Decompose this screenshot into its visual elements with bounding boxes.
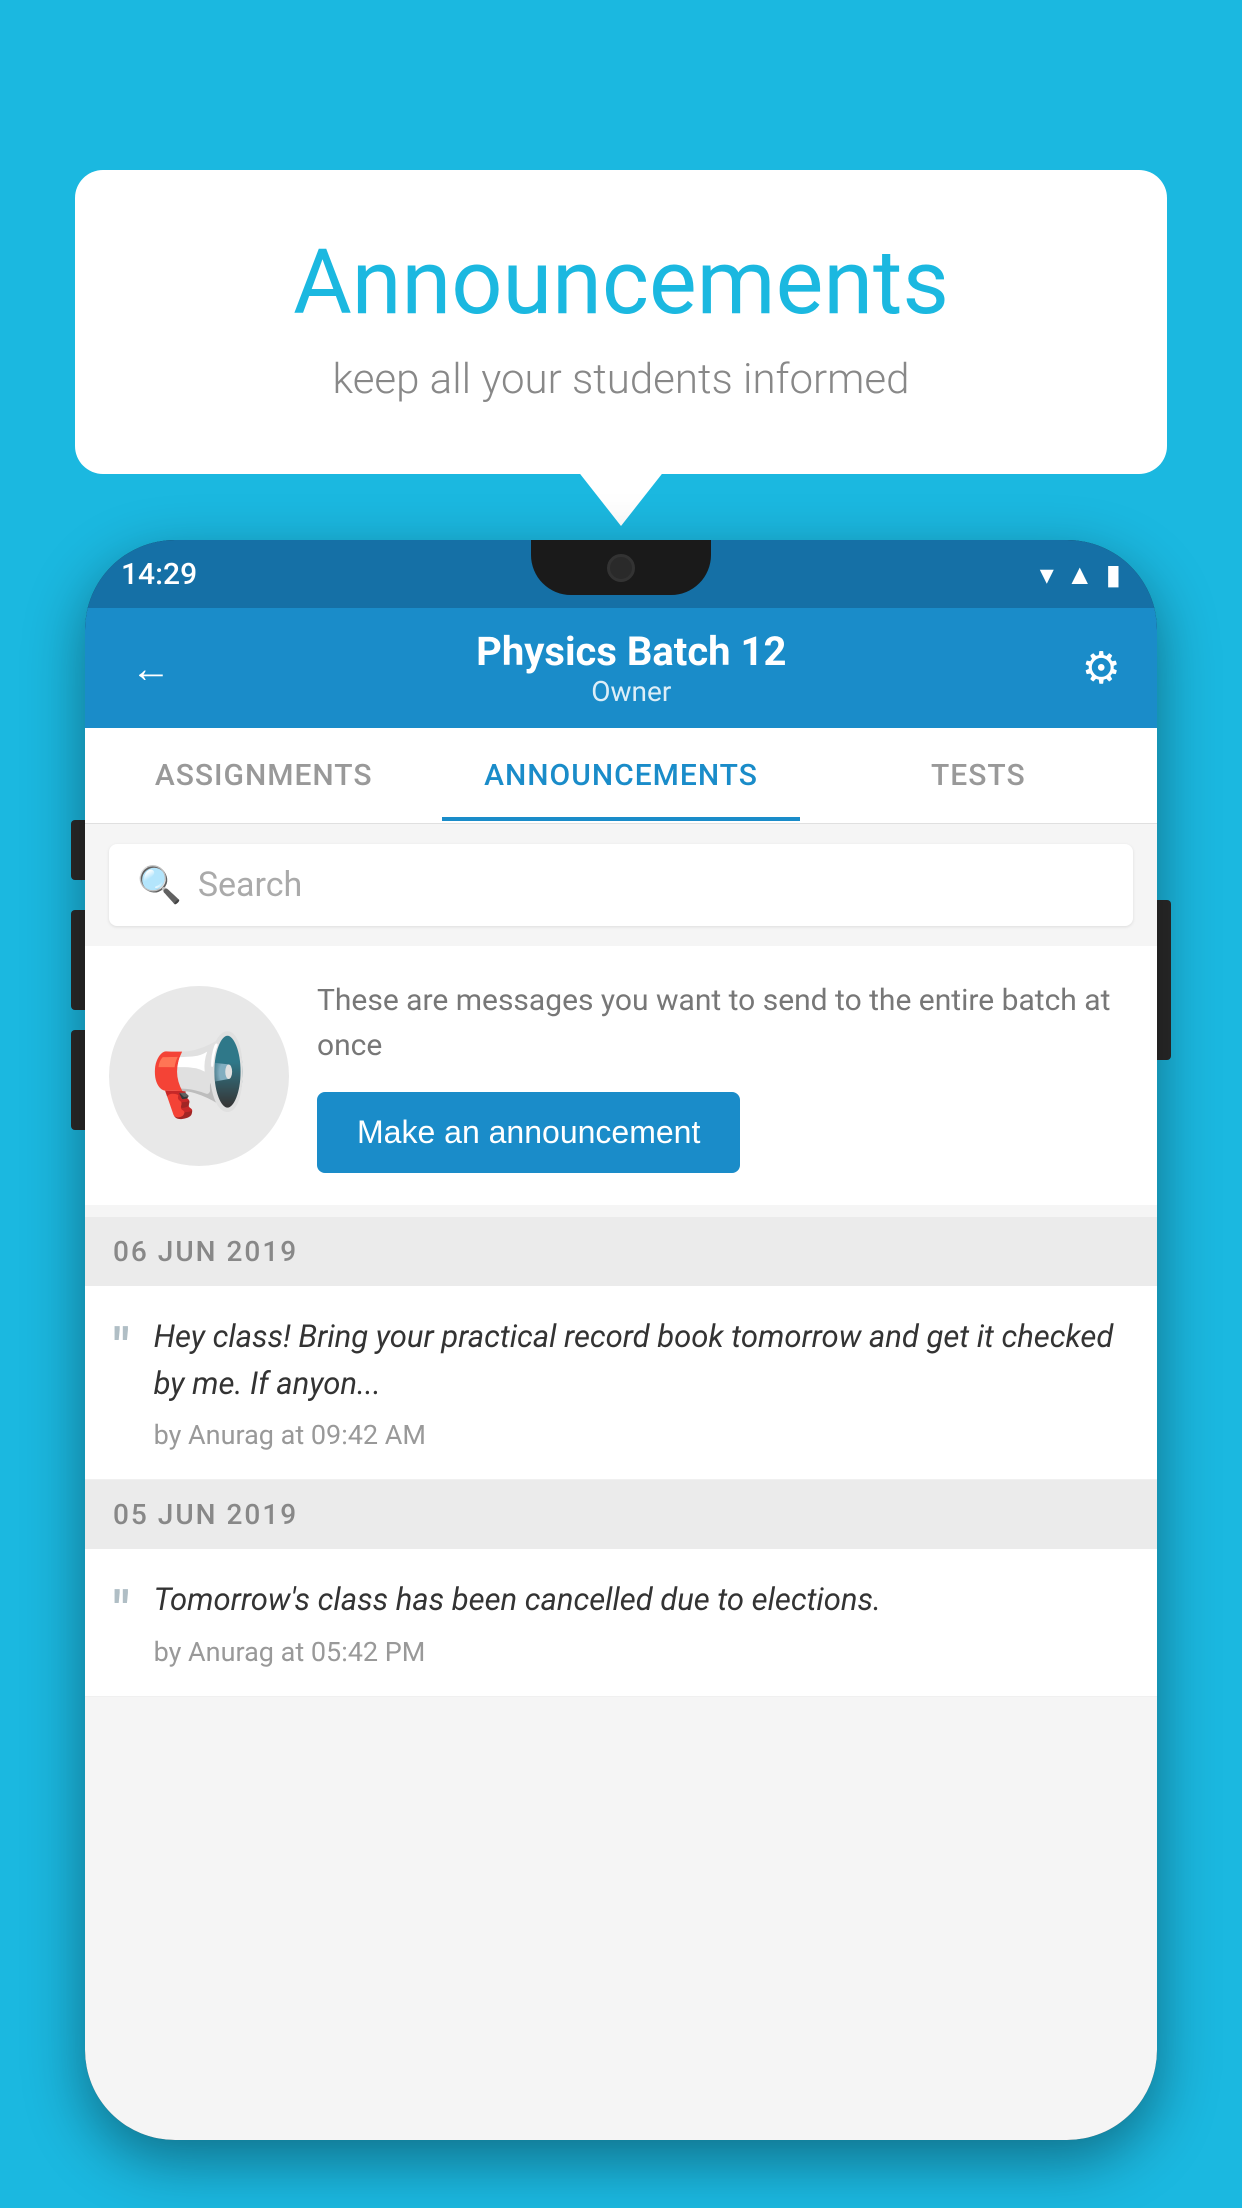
date-separator-1: 06 JUN 2019 <box>85 1217 1157 1286</box>
announcement-item-1: " Hey class! Bring your practical record… <box>85 1286 1157 1480</box>
announcement-meta-1: by Anurag at 09:42 AM <box>154 1419 1129 1451</box>
cta-description: These are messages you want to send to t… <box>317 978 1133 1068</box>
page-main-subtitle: keep all your students informed <box>155 355 1087 404</box>
phone-mockup: 14:29 ▾ ▲ ▮ ← Physics Batch 12 Owner ⚙ A… <box>85 540 1157 2208</box>
announcement-item-2: " Tomorrow's class has been cancelled du… <box>85 1549 1157 1697</box>
announcement-text-2: Tomorrow's class has been cancelled due … <box>154 1577 1129 1624</box>
phone-camera <box>607 554 635 582</box>
settings-button[interactable]: ⚙ <box>1082 642 1121 694</box>
date-separator-2: 05 JUN 2019 <box>85 1480 1157 1549</box>
tab-announcements[interactable]: ANNOUNCEMENTS <box>442 730 799 821</box>
app-header: ← Physics Batch 12 Owner ⚙ <box>85 608 1157 728</box>
signal-icon: ▲ <box>1066 558 1094 591</box>
cta-content: These are messages you want to send to t… <box>317 978 1133 1173</box>
announcement-content-1: Hey class! Bring your practical record b… <box>154 1314 1129 1451</box>
status-time: 14:29 <box>121 557 197 592</box>
phone-frame: 14:29 ▾ ▲ ▮ ← Physics Batch 12 Owner ⚙ A… <box>85 540 1157 2140</box>
megaphone-circle: 📢 <box>109 986 289 1166</box>
quote-icon-2: " <box>113 1585 130 1668</box>
batch-role: Owner <box>476 675 786 708</box>
quote-icon-1: " <box>113 1322 130 1451</box>
tabs-bar: ASSIGNMENTS ANNOUNCEMENTS TESTS <box>85 728 1157 824</box>
tab-assignments[interactable]: ASSIGNMENTS <box>85 730 442 821</box>
speech-bubble-section: Announcements keep all your students inf… <box>75 170 1167 474</box>
phone-notch <box>531 540 711 595</box>
make-announcement-button[interactable]: Make an announcement <box>317 1092 740 1173</box>
phone-button-right <box>1157 900 1171 1060</box>
search-icon: 🔍 <box>137 864 182 906</box>
phone-button-vol-down <box>71 1030 85 1130</box>
back-button[interactable]: ← <box>121 635 181 702</box>
status-icons: ▾ ▲ ▮ <box>1040 558 1121 591</box>
phone-screen: 🔍 Search 📢 These are messages you want t… <box>85 824 1157 2140</box>
phone-button-vol-up <box>71 910 85 1010</box>
announcement-text-1: Hey class! Bring your practical record b… <box>154 1314 1129 1407</box>
batch-title: Physics Batch 12 <box>476 628 786 675</box>
header-title-group: Physics Batch 12 Owner <box>476 628 786 708</box>
announcement-meta-2: by Anurag at 05:42 PM <box>154 1636 1129 1668</box>
search-placeholder: Search <box>198 865 302 905</box>
cta-section: 📢 These are messages you want to send to… <box>85 946 1157 1205</box>
megaphone-icon: 📢 <box>149 1029 249 1123</box>
wifi-icon: ▾ <box>1040 558 1054 591</box>
search-bar[interactable]: 🔍 Search <box>109 844 1133 926</box>
phone-button-power <box>71 820 85 880</box>
announcement-content-2: Tomorrow's class has been cancelled due … <box>154 1577 1129 1668</box>
battery-icon: ▮ <box>1106 558 1121 591</box>
speech-bubble-card: Announcements keep all your students inf… <box>75 170 1167 474</box>
tab-tests[interactable]: TESTS <box>800 730 1157 821</box>
page-main-title: Announcements <box>155 230 1087 335</box>
